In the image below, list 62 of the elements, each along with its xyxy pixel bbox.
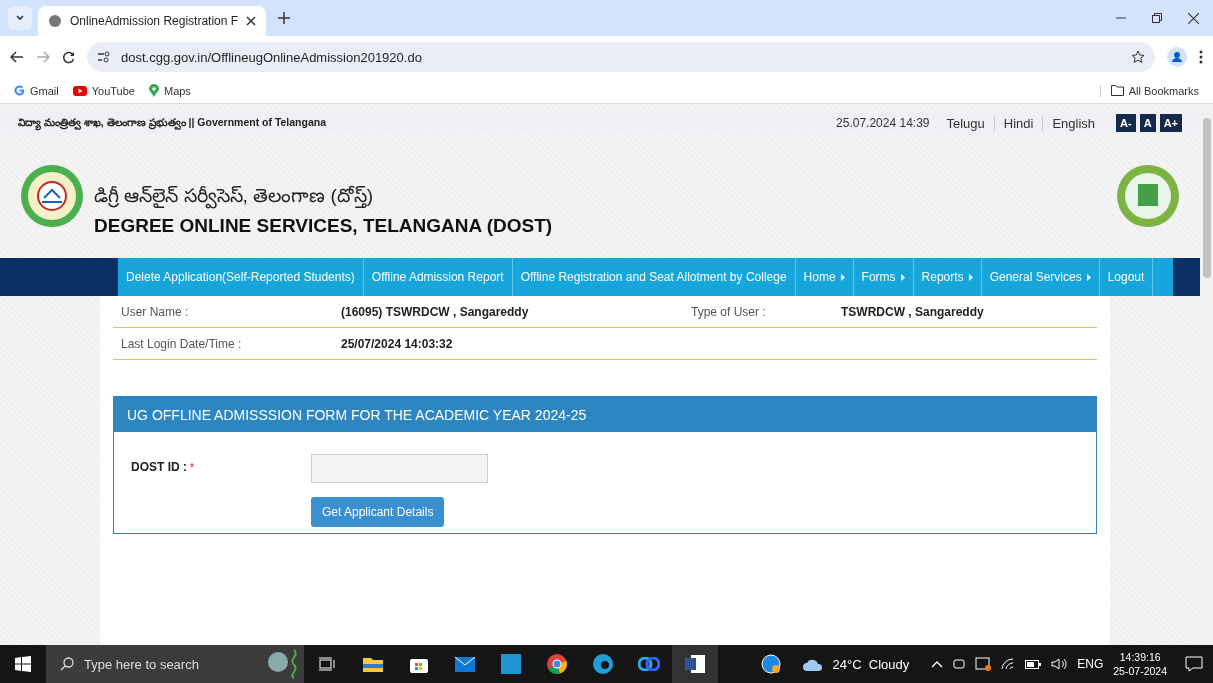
language-link[interactable]: Hindi: [993, 115, 1043, 131]
windows-start-icon[interactable]: [15, 656, 31, 672]
tab-list-button[interactable]: [8, 6, 32, 30]
form-title: UG OFFLINE ADMISSSION FORM FOR THE ACADEMIC YEAR 2024-25: [114, 397, 1096, 432]
site-settings-icon: [97, 51, 111, 63]
council-emblem-icon: [20, 164, 84, 228]
close-icon[interactable]: [1188, 12, 1199, 24]
profile-icon[interactable]: [1167, 47, 1187, 67]
dost-id-input[interactable]: [311, 454, 488, 483]
font-size-button[interactable]: A+: [1159, 114, 1182, 132]
map-pin-icon: [148, 84, 159, 97]
chevron-down-icon: [15, 13, 25, 23]
back-icon[interactable]: [10, 51, 24, 63]
battery-icon: [1025, 659, 1042, 669]
word-icon[interactable]: [685, 655, 705, 673]
field-label: Type of User :: [691, 304, 767, 319]
star-icon[interactable]: [1131, 50, 1145, 64]
menu-icon[interactable]: [1199, 50, 1203, 64]
field-value: (16095) TSWRDCW , Sangareddy: [341, 304, 530, 319]
cloud-icon: [802, 657, 823, 671]
globe-icon: [48, 14, 62, 28]
weather-text[interactable]: 24°C Cloudy: [832, 656, 910, 672]
bookmark-link[interactable]: Gmail: [14, 84, 59, 97]
taskbar-search-field[interactable]: Type here to search: [46, 645, 304, 683]
field-label: Last Login Date/Time :: [121, 336, 243, 351]
mail-icon[interactable]: [455, 656, 475, 672]
font-size-button[interactable]: A-: [1116, 114, 1136, 132]
folder-icon[interactable]: [363, 656, 383, 672]
language-link[interactable]: English: [1042, 115, 1105, 131]
chrome-icon[interactable]: [547, 654, 567, 674]
dost-id-label: DOST ID : *: [131, 459, 195, 476]
state-emblem-icon: [1116, 164, 1180, 228]
close-icon[interactable]: [246, 16, 256, 26]
field-value: 25/07/2024 14:03:32: [341, 336, 454, 351]
chevron-up-icon[interactable]: [931, 660, 944, 668]
ministry-text: విద్యా మంత్రిత్వ శాఖ, తెలంగాణ ప్రభుత్వం || Government of Telangana: [18, 115, 837, 131]
all-bookmarks-button[interactable]: All Bookmarks: [1099, 84, 1199, 97]
speaker-icon: [1051, 658, 1068, 670]
bookmark-link[interactable]: Maps: [148, 84, 191, 97]
search-icon: [60, 657, 74, 671]
language-link[interactable]: Telugu: [937, 115, 994, 131]
restore-icon[interactable]: [1152, 13, 1162, 23]
task-view-icon[interactable]: [319, 657, 335, 671]
new-tab-icon[interactable]: [278, 12, 290, 24]
play-icon: [72, 85, 87, 96]
bookmark-link[interactable]: YouTube: [72, 84, 135, 97]
folder-icon: [1110, 85, 1124, 96]
g-letter-icon: [14, 85, 25, 96]
field-label: User Name :: [121, 304, 190, 319]
wifi-icon: [1001, 658, 1016, 670]
taskbar-clock[interactable]: 14:39:16 25-07-2024: [1113, 650, 1167, 678]
date-time: 25.07.2024 14:39: [836, 116, 930, 130]
language-indicator[interactable]: ENG: [1077, 657, 1104, 671]
field-value: TSWRDCW , Sangareddy: [841, 304, 985, 319]
browser-tab[interactable]: OnlineAdmission Registration F: [38, 6, 266, 36]
reload-icon[interactable]: [62, 50, 75, 64]
notification-icon[interactable]: [1185, 656, 1203, 672]
site-title-telugu: డిగ్రీ ఆన్‌లైన్ సర్వీసెస్, తెలంగాణ (దోస్త్): [94, 185, 1106, 211]
address-bar[interactable]: dost.cgg.gov.in/OfflineugOnlineAdmission201920.do: [87, 42, 1155, 72]
site-title: DEGREE ONLINE SERVICES, TELANGANA (DOST): [94, 215, 554, 237]
help-icon[interactable]: [761, 654, 781, 674]
font-size-button[interactable]: A: [1139, 114, 1156, 132]
